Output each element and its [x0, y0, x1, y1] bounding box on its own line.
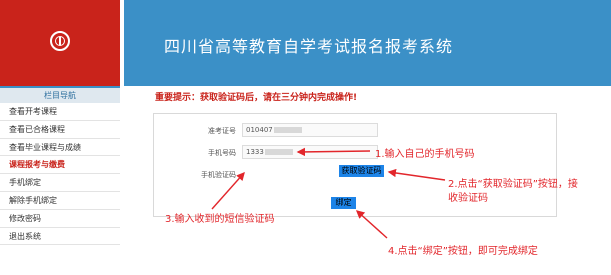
annotation-step1: 1.输入自己的手机号码	[375, 149, 475, 160]
annotation-step2-line2: 收验证码	[448, 193, 488, 204]
sidebar-item-change-password[interactable]: 修改密码	[0, 210, 120, 228]
logo-panel	[0, 0, 120, 86]
sidebar-item-graduation-scores[interactable]: 查看毕业课程与成绩	[0, 139, 120, 157]
sidebar-heading: 栏目导航	[0, 86, 120, 103]
page-title: 四川省高等教育自学考试报名报考系统	[164, 37, 454, 56]
exam-id-row: 准考证号 010407	[154, 119, 556, 141]
code-label: 手机验证码	[201, 171, 236, 179]
exam-id-field: 010407	[242, 123, 378, 137]
phone-row: 手机号码 1333	[154, 141, 556, 163]
bind-button[interactable]: 绑定	[331, 197, 356, 209]
annotation-step3: 3.输入收到的短信验证码	[165, 214, 275, 225]
header-bar: 四川省高等教育自学考试报名报考系统	[124, 0, 611, 86]
sidebar-item-available-courses[interactable]: 查看开考课程	[0, 103, 120, 121]
logo-icon	[50, 31, 70, 51]
annotation-step2-line1: 2.点击“获取验证码”按钮，接	[448, 179, 578, 190]
phone-input[interactable]: 1333	[242, 145, 378, 159]
phone-label: 手机号码	[208, 149, 236, 157]
exam-id-label: 准考证号	[208, 127, 236, 135]
sidebar-item-phone-unbind[interactable]: 解除手机绑定	[0, 192, 120, 210]
get-code-button[interactable]: 获取验证码	[339, 165, 384, 177]
sidebar-item-phone-bind[interactable]: 手机绑定	[0, 174, 120, 192]
annotation-step4: 4.点击“绑定”按钮，即可完成绑定	[388, 246, 538, 257]
sidebar-item-logout[interactable]: 退出系统	[0, 228, 120, 246]
sidebar-item-register-pay[interactable]: 课程报考与缴费	[0, 156, 120, 175]
important-notice: 重要提示：获取验证码后，请在三分钟内完成操作!	[155, 93, 358, 103]
sidebar-item-passed-courses[interactable]: 查看已合格课程	[0, 121, 120, 139]
sidebar: 栏目导航 查看开考课程 查看已合格课程 查看毕业课程与成绩 课程报考与缴费 手机…	[0, 86, 120, 275]
